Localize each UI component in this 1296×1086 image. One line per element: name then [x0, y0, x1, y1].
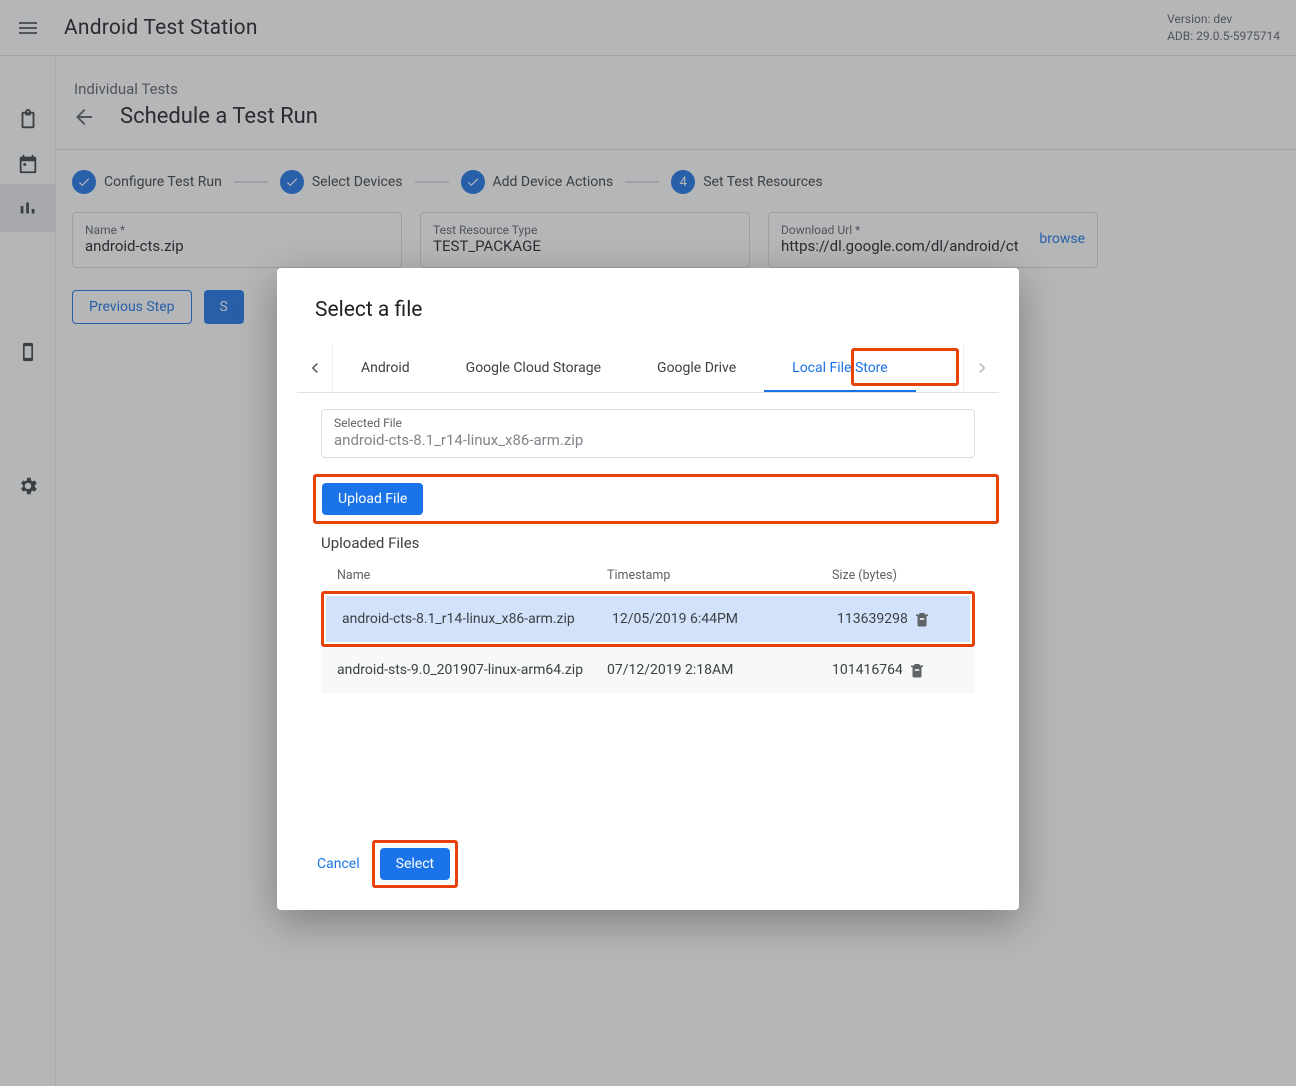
delete-icon[interactable] [908, 661, 932, 679]
table-header: Name Timestamp Size (bytes) [321, 560, 975, 591]
uploaded-files-table: Name Timestamp Size (bytes) [321, 560, 975, 591]
dialog-actions: Cancel Select [297, 840, 999, 888]
highlight-selected-row: android-cts-8.1_r14-linux_x86-arm.zip 12… [321, 591, 975, 647]
selected-file-input[interactable] [334, 431, 962, 449]
file-timestamp: 07/12/2019 2:18AM [607, 662, 832, 678]
file-select-dialog: Select a file Android Google Cloud Stora… [277, 268, 1019, 910]
col-size: Size (bytes) [832, 568, 912, 583]
table-row[interactable]: android-sts-9.0_201907-linux-arm64.zip 0… [321, 647, 975, 693]
file-name: android-sts-9.0_201907-linux-arm64.zip [337, 662, 607, 678]
cancel-button[interactable]: Cancel [313, 848, 364, 880]
file-size: 1014167644 [832, 662, 902, 678]
tab-gcs[interactable]: Google Cloud Storage [438, 346, 629, 390]
delete-icon[interactable] [913, 610, 937, 628]
tab-drive[interactable]: Google Drive [629, 346, 764, 390]
file-timestamp: 12/05/2019 6:44PM [612, 611, 837, 627]
highlight-select: Select [372, 840, 458, 888]
modal-scrim[interactable]: Select a file Android Google Cloud Stora… [0, 0, 1296, 1086]
field-label: Selected File [334, 416, 962, 430]
chevron-right-icon[interactable] [963, 344, 999, 392]
file-size: 1136392984 [837, 611, 907, 627]
tab-android[interactable]: Android [333, 346, 438, 390]
tab-local-file-store[interactable]: Local File Store [764, 346, 916, 392]
upload-file-button[interactable]: Upload File [322, 483, 423, 515]
file-name: android-cts-8.1_r14-linux_x86-arm.zip [342, 611, 612, 627]
tabs-row: Android Google Cloud Storage Google Driv… [297, 344, 999, 393]
uploaded-files-title: Uploaded Files [321, 534, 999, 552]
col-timestamp: Timestamp [607, 568, 832, 583]
dialog-title: Select a file [315, 298, 999, 322]
highlight-upload: Upload File [313, 474, 999, 524]
selected-file-field[interactable]: Selected File [321, 409, 975, 458]
select-button[interactable]: Select [380, 848, 450, 880]
chevron-left-icon[interactable] [297, 344, 333, 392]
col-name: Name [337, 568, 607, 583]
table-row[interactable]: android-cts-8.1_r14-linux_x86-arm.zip 12… [326, 596, 970, 642]
